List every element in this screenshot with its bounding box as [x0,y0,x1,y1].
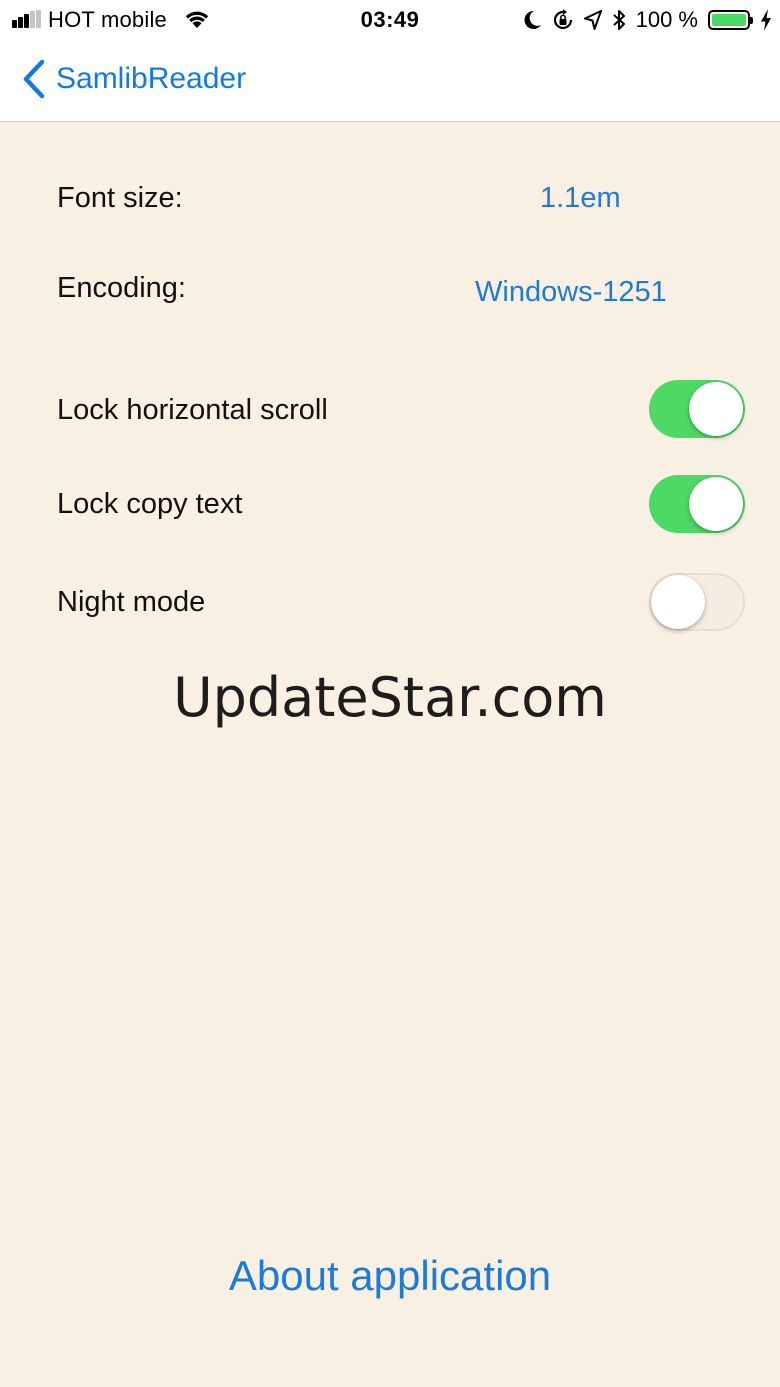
lock-copy-text-label: Lock copy text [57,488,243,520]
rotation-lock-icon [553,9,572,30]
status-bar: HOT mobile 03:49 100 % [0,0,780,40]
charging-bolt-icon [761,9,771,31]
lock-copy-text-row: Lock copy text [57,475,757,535]
chevron-left-icon [23,59,45,99]
watermark-text: UpdateStar.com [173,666,607,729]
back-button[interactable]: SamlibReader [22,56,246,102]
night-mode-row: Night mode [57,573,757,633]
encoding-value[interactable]: Windows-1251 [475,274,667,310]
encoding-label: Encoding: [57,272,186,304]
battery-percent: 100 % [635,7,698,32]
font-size-row: Font size: 1.1em [57,178,757,238]
toggle-knob [651,575,705,629]
moon-icon [524,10,541,29]
about-application-button[interactable]: About application [0,1248,780,1304]
lock-copy-text-toggle[interactable] [649,475,745,533]
font-size-label: Font size: [57,182,183,214]
toggle-knob [689,477,743,531]
battery-level-fill [712,14,746,26]
font-size-value[interactable]: 1.1em [540,180,621,216]
lock-horizontal-scroll-label: Lock horizontal scroll [57,394,328,426]
lock-horizontal-scroll-row: Lock horizontal scroll [57,380,757,440]
night-mode-label: Night mode [57,586,206,618]
location-arrow-icon [583,10,602,30]
back-button-label: SamlibReader [56,62,247,95]
night-mode-toggle[interactable] [649,573,745,631]
lock-horizontal-scroll-toggle[interactable] [649,380,745,438]
navigation-header: HOT mobile 03:49 100 % SamlibReader [0,0,780,122]
status-icons: 100 % [524,6,772,34]
battery-icon [708,10,753,30]
toggle-knob [689,382,743,436]
bluetooth-icon [612,10,625,30]
encoding-row: Encoding: Windows-1251 [57,268,757,328]
